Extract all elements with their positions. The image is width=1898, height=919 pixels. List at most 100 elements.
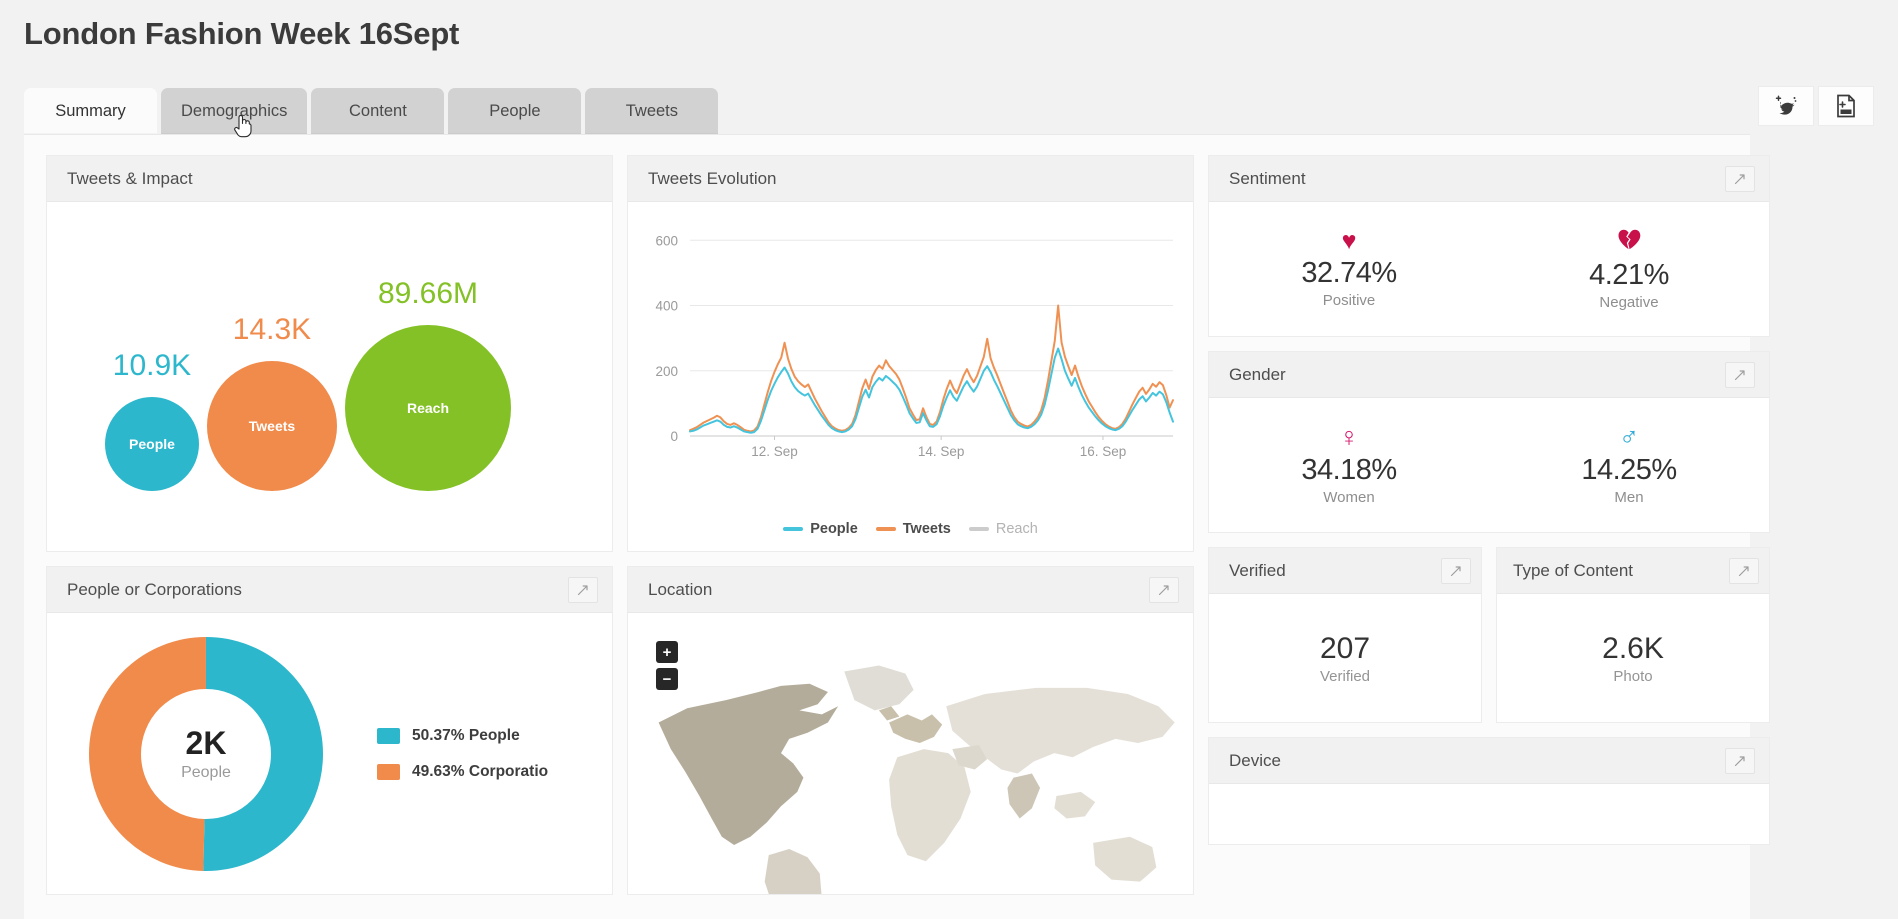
panel-sentiment-title: Sentiment: [1229, 168, 1306, 188]
sentiment-negative-value: 4.21%: [1589, 258, 1669, 291]
map-region-australia: [1093, 836, 1157, 882]
legend-label-people: People: [810, 521, 858, 537]
map-region-greenland: [844, 665, 914, 711]
panel-tweets-impact-header: Tweets & Impact: [47, 156, 612, 202]
legend-dash-tweets: [875, 527, 896, 531]
expand-icon: [577, 584, 588, 595]
bubble-value-people: 10.9K: [112, 349, 192, 382]
legend-item-reach[interactable]: Reach: [968, 521, 1038, 537]
tab-demographics[interactable]: Demographics: [161, 88, 308, 134]
verified-label: Verified: [1319, 667, 1371, 685]
tab-tweets[interactable]: Tweets: [585, 88, 719, 134]
panel-tweets-impact: Tweets & Impact 10.9K People 14.3K Tweet…: [46, 155, 613, 552]
tab-bar: Summary Demographics Content People Twee…: [24, 88, 719, 134]
export-report-icon: [1837, 94, 1855, 118]
map-region-europe: [889, 714, 943, 743]
page-title: London Fashion Week 16Sept: [24, 16, 460, 51]
x-axis-tick-label: 14. Sep: [918, 444, 965, 459]
bubble-group-tweets: 14.3K Tweets: [207, 313, 337, 491]
tab-content[interactable]: Content: [311, 88, 445, 134]
sentiment-negative-label: Negative: [1599, 293, 1659, 311]
y-axis-tick-label: 200: [655, 364, 678, 379]
bubble-people[interactable]: People: [105, 397, 199, 491]
dashboard-board: Tweets & Impact 10.9K People 14.3K Tweet…: [24, 134, 1770, 919]
map-zoom-in-button[interactable]: +: [656, 641, 678, 663]
line-chart-tweets-evolution: 0 200 400 600 12. Sep 14. Sep 16. Sep People T…: [628, 202, 1193, 551]
bubble-reach-label: Reach: [406, 400, 450, 416]
gender-women-label: Women: [1323, 489, 1375, 506]
expand-button-people-or-corporations[interactable]: [568, 576, 598, 603]
world-map-svg: [658, 665, 1175, 894]
panel-device-title: Device: [1229, 750, 1281, 770]
export-report-button[interactable]: [1818, 86, 1874, 126]
x-axis-tick-label: 16. Sep: [1080, 444, 1127, 459]
panel-location: Location + −: [627, 566, 1194, 895]
tab-summary-label: Summary: [55, 101, 126, 120]
panel-device-header: Device: [1209, 738, 1769, 784]
x-axis-tick-label: 12. Sep: [751, 444, 798, 459]
panel-gender-title: Gender: [1229, 364, 1286, 384]
y-axis-tick-label: 400: [655, 299, 678, 314]
gender-men: ♂ 14.25% Men: [1489, 398, 1769, 532]
expand-icon: [1734, 369, 1745, 380]
map-zoom-controls: + −: [656, 641, 678, 690]
panel-people-or-corporations-title: People or Corporations: [67, 579, 242, 599]
verified-stat: 207 Verified: [1209, 594, 1481, 722]
mars-icon: ♂: [1618, 422, 1640, 452]
expand-button-sentiment[interactable]: [1725, 165, 1755, 192]
tab-content-label: Content: [348, 101, 407, 120]
bubble-group-people: 10.9K People: [105, 349, 199, 491]
donut-legend-swatch-people: [377, 727, 400, 744]
world-map[interactable]: + −: [628, 613, 1193, 894]
toolbar: [1758, 86, 1874, 126]
tab-summary[interactable]: Summary: [24, 88, 157, 134]
panel-tweets-evolution: Tweets Evolution 0 200 400 600 12. Sep 14. Se…: [627, 155, 1194, 552]
legend-item-tweets[interactable]: Tweets: [875, 521, 951, 537]
y-axis-tick-label: 0: [670, 429, 678, 444]
panel-tweets-impact-title: Tweets & Impact: [67, 168, 193, 188]
line-chart-svg[interactable]: 0 200 400 600 12. Sep 14. Sep 16. Sep: [628, 202, 1193, 492]
tab-people[interactable]: People: [448, 88, 582, 134]
donut-legend-item-corporations[interactable]: 49.63% Corporatio: [377, 763, 548, 781]
donut-legend-label-people: 50.37% People: [412, 726, 520, 744]
expand-button-gender[interactable]: [1725, 361, 1755, 388]
donut-svg: [89, 636, 323, 871]
bubble-tweets[interactable]: Tweets: [207, 361, 337, 491]
tab-people-label: People: [489, 101, 541, 120]
tab-tweets-label: Tweets: [625, 101, 679, 120]
minus-icon: −: [662, 670, 672, 688]
expand-button-type-of-content[interactable]: [1729, 557, 1759, 584]
donut-legend: 50.37% People 49.63% Corporatio: [377, 727, 548, 781]
map-region-southeast-asia: [1054, 791, 1096, 819]
legend-label-tweets: Tweets: [902, 521, 951, 537]
bubble-tweets-label: Tweets: [248, 418, 296, 434]
map-region-india: [1007, 773, 1041, 819]
legend-label-reach: Reach: [995, 521, 1038, 537]
gender-stats: ♀ 34.18% Women ♂ 14.25% Men: [1209, 398, 1769, 532]
expand-button-location[interactable]: [1149, 576, 1179, 603]
legend-dash-reach: [968, 527, 989, 531]
donut-legend-item-people[interactable]: 50.37% People: [377, 727, 548, 745]
expand-button-verified[interactable]: [1441, 557, 1471, 584]
small-panels-row: Verified 207 Verified Type of Content 2.…: [1208, 547, 1770, 723]
expand-icon: [1734, 755, 1745, 766]
expand-button-device[interactable]: [1725, 747, 1755, 774]
panel-device: Device: [1208, 737, 1770, 845]
sentiment-positive-value: 32.74%: [1301, 257, 1397, 289]
donut-legend-swatch-corporations: [377, 763, 400, 780]
bubble-reach[interactable]: Reach: [345, 325, 511, 491]
legend-item-people[interactable]: People: [783, 521, 858, 537]
map-zoom-out-button[interactable]: −: [656, 668, 678, 690]
broken-heart-glyph: [1618, 229, 1641, 249]
panel-people-or-corporations: People or Corporations 2K People 50.37% …: [46, 566, 613, 895]
sentiment-positive-label: Positive: [1322, 292, 1376, 309]
map-region-south-america: [764, 849, 822, 894]
bubble-people-label: People: [129, 436, 175, 452]
verified-value: 207: [1319, 631, 1371, 665]
bubble-chart: 10.9K People 14.3K Tweets 89.66M Reach: [47, 202, 612, 551]
add-tweet-source-button[interactable]: [1758, 86, 1814, 126]
plus-icon: +: [662, 643, 672, 661]
line-series-tweets: [689, 304, 1174, 433]
panel-type-of-content-title: Type of Content: [1513, 560, 1634, 580]
panel-gender-header: Gender: [1209, 352, 1769, 398]
